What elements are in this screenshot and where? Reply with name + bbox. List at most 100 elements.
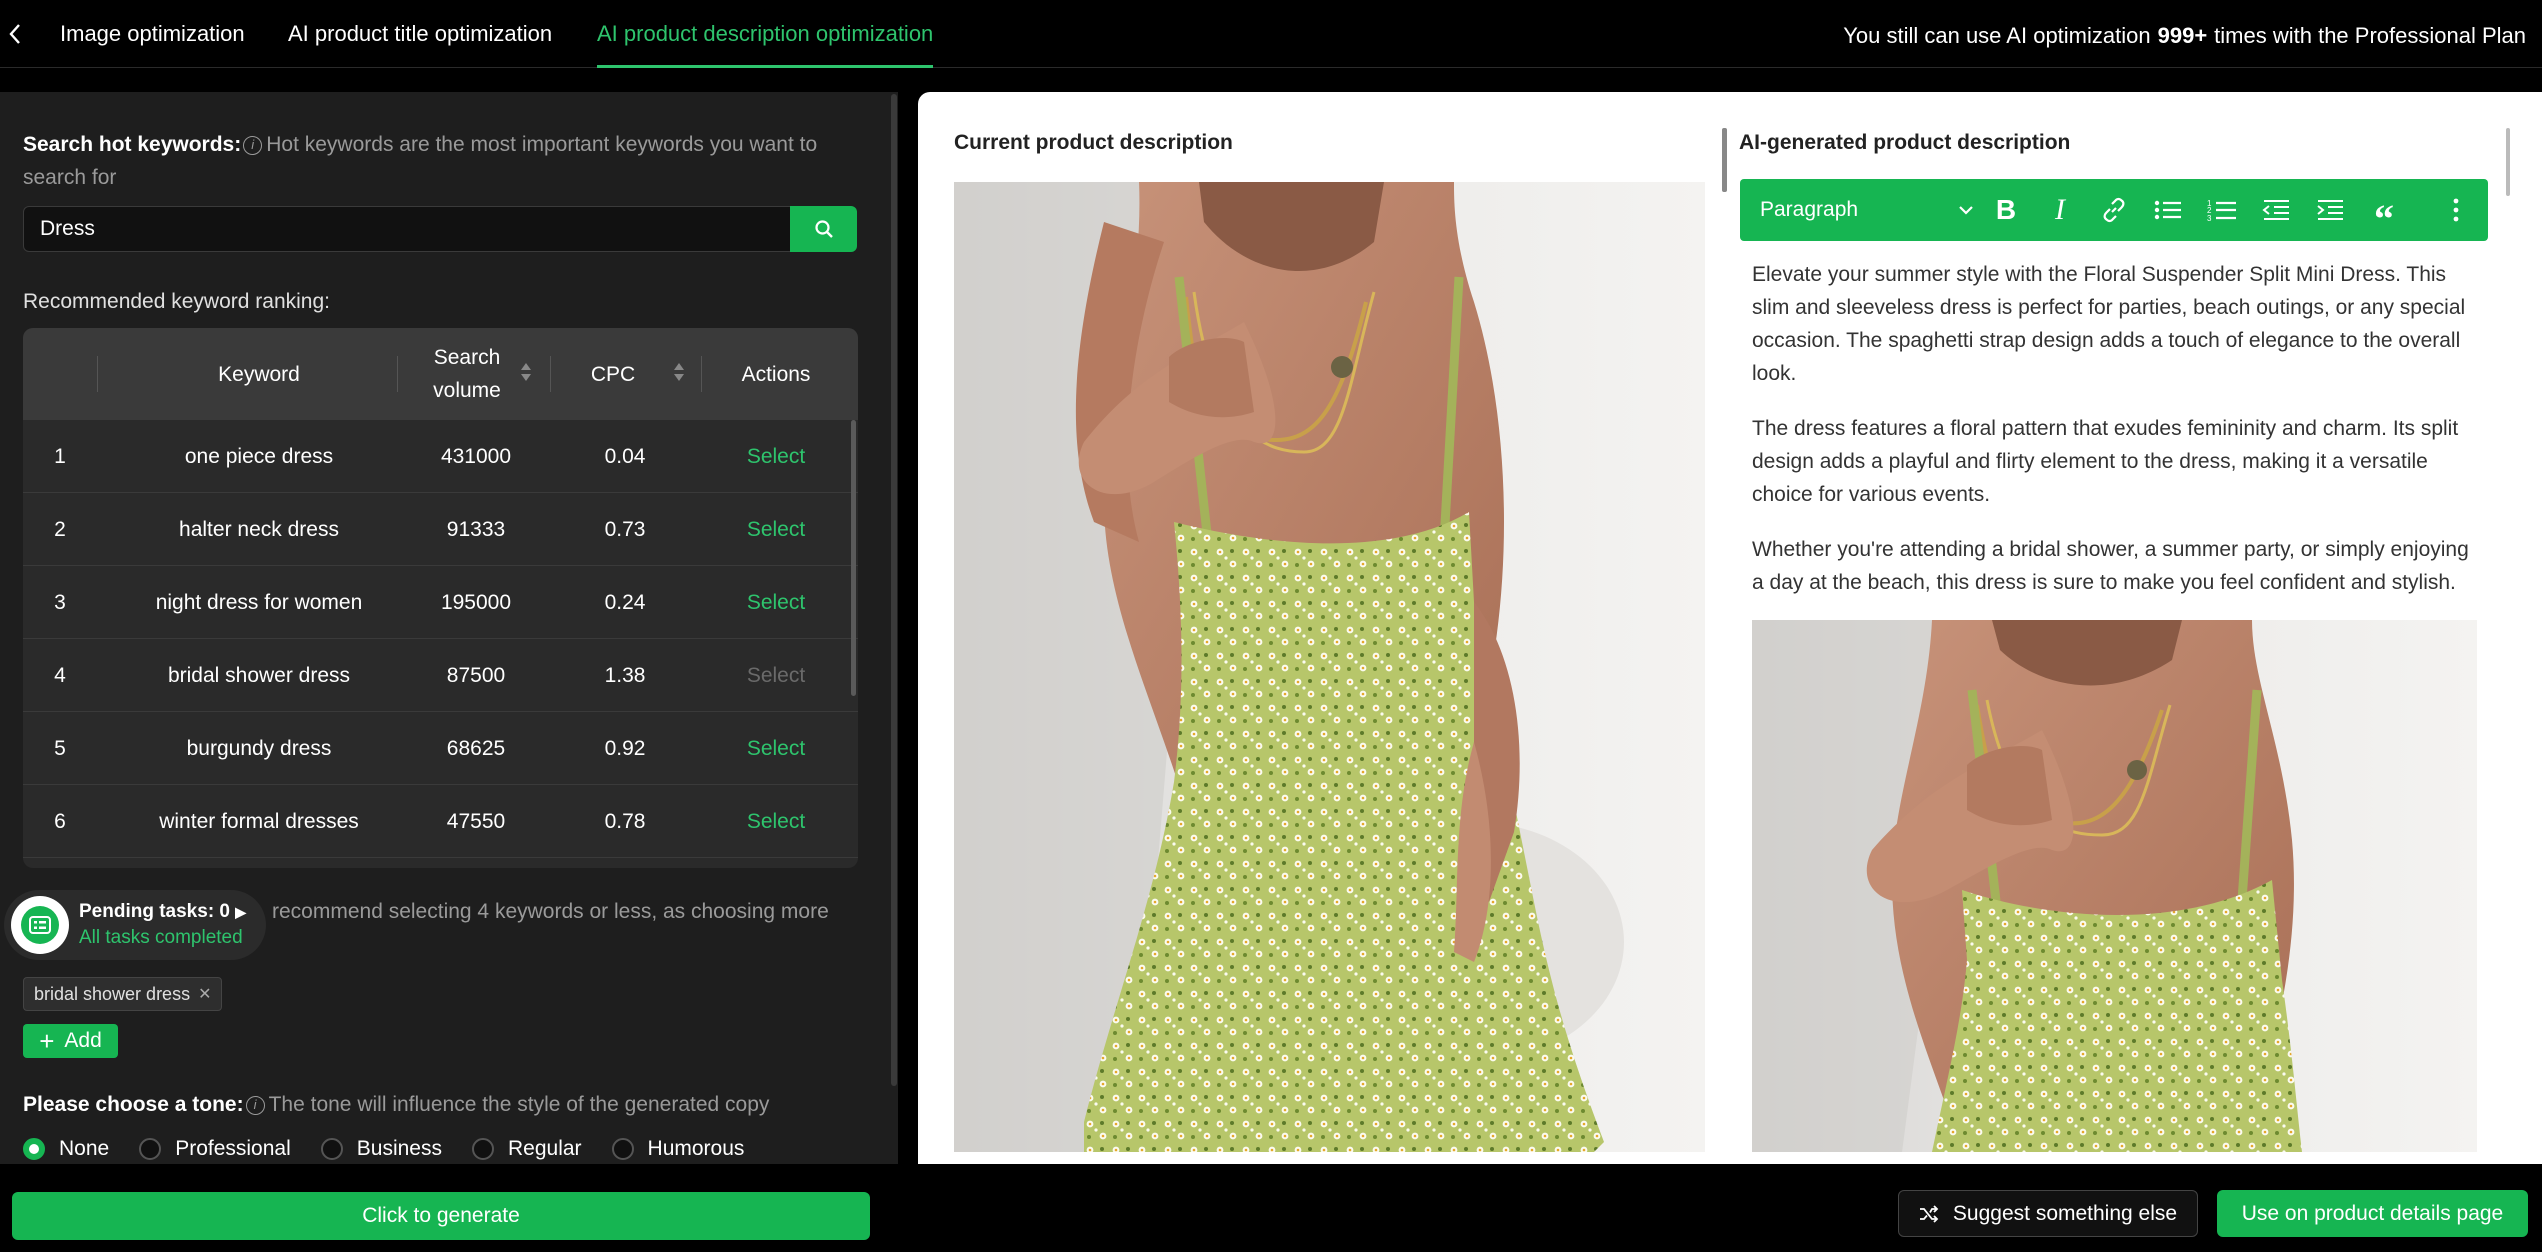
- panel-divider: [1722, 128, 1727, 192]
- generate-button[interactable]: Click to generate: [12, 1192, 870, 1240]
- row-cpc: 0.78: [604, 809, 646, 833]
- search-icon: [814, 220, 833, 238]
- col-search-volume[interactable]: Search volume: [401, 328, 567, 420]
- row-keyword: winter formal dresses: [159, 809, 359, 833]
- chip-label: bridal shower dress: [34, 983, 191, 1004]
- selected-keyword-chip: bridal shower dress ✕: [23, 977, 223, 1011]
- tone-radio-regular[interactable]: Regular: [471, 1137, 582, 1161]
- row-volume: 91333: [446, 517, 506, 541]
- table-row: 2 halter neck dress 91333 0.73 Select: [23, 493, 858, 566]
- numbered-list-icon[interactable]: 123: [2202, 179, 2242, 241]
- plan-note-prefix: You still can use AI optimization: [1843, 23, 2151, 48]
- search-label-row: Search hot keywords: i Hot keywords are th…: [23, 128, 843, 194]
- paragraph-style-label: Paragraph: [1760, 198, 1859, 221]
- row-rank: 2: [54, 517, 66, 541]
- table-row: 6 winter formal dresses 47550 0.78 Selec…: [23, 785, 858, 858]
- keyword-search-value: Dress: [40, 217, 95, 240]
- row-cpc: 0.92: [604, 736, 646, 760]
- row-volume: 87500: [446, 663, 506, 687]
- row-cpc: 0.73: [604, 517, 646, 541]
- row-volume: 431000: [440, 444, 512, 468]
- use-on-product-page-button[interactable]: Use on product details page: [2217, 1190, 2528, 1237]
- col-actions: Actions: [741, 362, 811, 386]
- table-row: 3 night dress for women 195000 0.24 Sele…: [23, 566, 858, 639]
- row-keyword: halter neck dress: [179, 517, 339, 541]
- select-button[interactable]: Select: [701, 785, 851, 858]
- plan-note-count: 999+: [2157, 23, 2208, 48]
- more-options-icon[interactable]: [2436, 179, 2476, 241]
- keyword-table: Keyword Search volume CPC Actions 1 one …: [23, 328, 858, 868]
- right-panel-scrollbar[interactable]: [2506, 128, 2510, 196]
- select-button[interactable]: Select: [701, 493, 851, 566]
- caret-right-icon: ▶: [235, 904, 247, 920]
- search-button[interactable]: [790, 206, 857, 252]
- select-button-disabled: Select: [746, 663, 806, 687]
- bullet-list-icon[interactable]: [2148, 179, 2188, 241]
- row-rank: 5: [54, 736, 66, 760]
- table-scrollbar[interactable]: [851, 420, 856, 696]
- sort-volume-icon[interactable]: [520, 363, 532, 385]
- description-paragraph: The dress features a floral pattern that…: [1752, 417, 2459, 506]
- suggest-else-button[interactable]: Suggest something else: [1898, 1190, 2198, 1237]
- pending-status: All tasks completed: [79, 927, 243, 948]
- row-keyword: night dress for women: [155, 590, 363, 614]
- select-button[interactable]: Select: [701, 712, 851, 785]
- sort-cpc-icon[interactable]: [673, 363, 685, 385]
- tone-radio-humorous[interactable]: Humorous: [611, 1137, 744, 1161]
- blockquote-icon[interactable]: “: [2364, 179, 2404, 241]
- keyword-search-input[interactable]: Dress: [23, 206, 791, 252]
- selection-hint: recommend selecting 4 keywords or less, …: [272, 900, 829, 923]
- select-button[interactable]: Select: [701, 420, 851, 493]
- tone-hint: The tone will influence the style of the…: [268, 1093, 770, 1116]
- row-volume: 47550: [446, 809, 506, 833]
- outdent-icon[interactable]: [2256, 179, 2296, 241]
- top-nav: Image optimization AI product title opti…: [0, 0, 2542, 68]
- add-keyword-button[interactable]: + Add: [23, 1024, 118, 1058]
- chevron-down-icon: [1959, 206, 1973, 215]
- tab-title-optimization[interactable]: AI product title optimization: [288, 0, 552, 68]
- link-icon[interactable]: [2094, 179, 2134, 241]
- col-cpc[interactable]: CPC: [550, 328, 676, 420]
- tone-label: Please choose a tone:: [23, 1093, 244, 1116]
- bold-icon[interactable]: B: [1986, 179, 2026, 241]
- indent-icon[interactable]: [2310, 179, 2350, 241]
- tab-image-optimization[interactable]: Image optimization: [60, 0, 245, 68]
- table-row: 4 bridal shower dress 87500 1.38 Select: [23, 639, 858, 712]
- plan-usage-note: You still can use AI optimization 999+ t…: [1843, 0, 2526, 72]
- tone-radio-group: None Professional Business Regular Humor…: [23, 1133, 774, 1165]
- row-rank: 6: [54, 809, 66, 833]
- row-volume: 195000: [440, 590, 512, 614]
- tone-radio-business[interactable]: Business: [320, 1137, 442, 1161]
- pending-title: Pending tasks: 0: [79, 901, 230, 922]
- plus-icon: +: [39, 1026, 55, 1056]
- suggest-label: Suggest something else: [1952, 1201, 2178, 1225]
- pending-tasks-widget[interactable]: Pending tasks: 0 ▶ All tasks completed: [4, 890, 266, 960]
- table-row: 5 burgundy dress 68625 0.92 Select: [23, 712, 858, 785]
- tone-radio-professional[interactable]: Professional: [139, 1137, 291, 1161]
- ai-description-body[interactable]: Elevate your summer style with the Flora…: [1752, 258, 2482, 621]
- ai-description-title: AI-generated product description: [1739, 131, 2071, 154]
- select-button[interactable]: Select: [701, 566, 851, 639]
- row-keyword: one piece dress: [184, 444, 334, 468]
- italic-icon[interactable]: I: [2040, 179, 2080, 241]
- row-rank: 1: [54, 444, 66, 468]
- info-icon: i: [243, 136, 263, 155]
- left-panel-scrollbar[interactable]: [891, 94, 897, 1086]
- search-label: Search hot keywords:: [23, 133, 242, 156]
- close-icon[interactable]: ✕: [198, 984, 211, 1004]
- back-arrow-icon[interactable]: [2, 18, 28, 50]
- row-cpc: 1.38: [604, 663, 646, 687]
- current-description-title: Current product description: [954, 131, 1233, 154]
- editor-toolbar: Paragraph B I 123 “: [1740, 179, 2488, 241]
- tone-radio-none[interactable]: None: [23, 1137, 109, 1161]
- tone-label-row: Please choose a tone: i The tone will infl…: [23, 1088, 769, 1121]
- tab-description-optimization[interactable]: AI product description optimization: [597, 0, 934, 68]
- ranking-label: Recommended keyword ranking:: [23, 290, 330, 313]
- svg-text:3: 3: [2207, 214, 2212, 222]
- table-row: 1 one piece dress 431000 0.04 Select: [23, 420, 858, 493]
- info-icon: i: [245, 1096, 265, 1115]
- paragraph-style-select[interactable]: Paragraph: [1760, 179, 1974, 241]
- row-rank: 3: [54, 590, 66, 614]
- row-cpc: 0.24: [604, 590, 646, 614]
- add-label: Add: [64, 1029, 102, 1052]
